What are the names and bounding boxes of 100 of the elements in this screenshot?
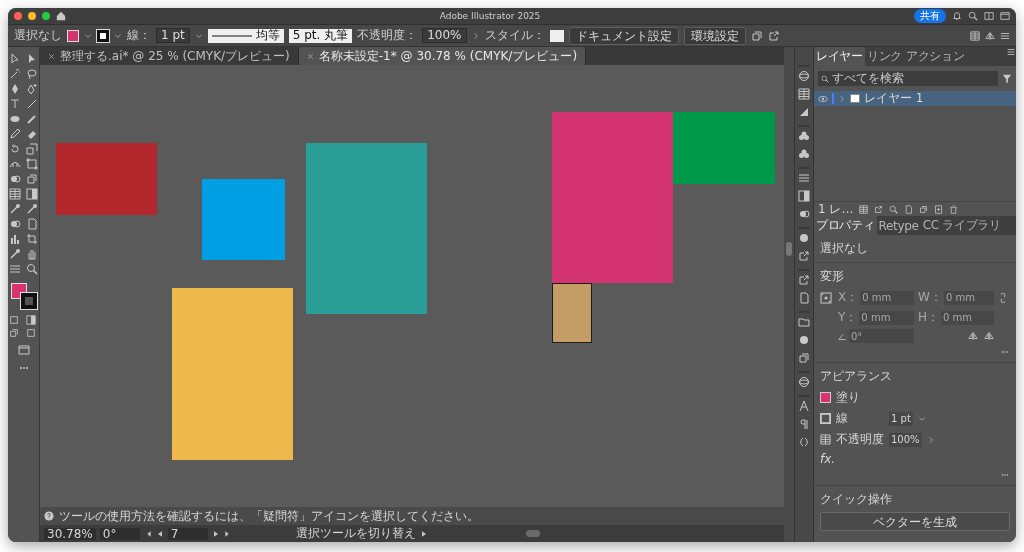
panel-tab[interactable]: レイヤー (814, 47, 865, 66)
gradient-icon[interactable] (798, 190, 810, 202)
lasso-icon[interactable] (26, 68, 38, 80)
panel-tab[interactable]: CC ライブラリ (920, 216, 1003, 235)
blob-icon[interactable] (9, 218, 21, 230)
panel-tab[interactable]: アクション (903, 47, 967, 66)
layers-stack-icon[interactable] (798, 352, 810, 364)
export-icon[interactable] (798, 250, 810, 262)
circle-icon[interactable] (798, 334, 810, 346)
fill-swatch[interactable] (67, 29, 79, 42)
effects-label[interactable]: fx. (820, 452, 1010, 466)
layers-stack-icon[interactable] (919, 204, 929, 214)
sphere-icon[interactable] (798, 70, 810, 82)
bars-icon[interactable] (9, 263, 21, 275)
wand-icon[interactable] (9, 68, 21, 80)
generate-vector-button[interactable]: ベクターを生成 (820, 512, 1010, 531)
blob-icon[interactable] (9, 173, 21, 185)
gradient-icon[interactable] (26, 315, 36, 325)
rectangle[interactable] (552, 283, 592, 343)
triangle-icon[interactable] (798, 106, 810, 118)
fill-swatch[interactable] (820, 392, 831, 403)
new-page-icon[interactable] (934, 204, 944, 214)
caret-icon[interactable] (114, 31, 122, 40)
layers-stack-icon[interactable] (9, 328, 19, 338)
line-icon[interactable] (26, 98, 38, 110)
eyedropper-icon[interactable] (9, 248, 21, 260)
stroke-profile-dropdown[interactable]: 均等 (207, 28, 284, 43)
export-icon[interactable] (874, 204, 884, 214)
text-icon[interactable] (9, 98, 21, 110)
brush-dropdown[interactable]: 5 pt. 丸筆 (288, 28, 353, 43)
home-icon[interactable] (56, 11, 66, 21)
reference-point-icon[interactable] (820, 291, 832, 304)
export-icon[interactable] (767, 29, 780, 42)
bars-icon[interactable] (798, 172, 810, 184)
caret-icon[interactable] (84, 31, 92, 40)
square-icon[interactable] (26, 328, 36, 338)
stroke-swatch[interactable] (97, 29, 109, 42)
play-right-icon[interactable] (211, 529, 220, 538)
panel-icon[interactable] (984, 11, 994, 21)
blob-icon[interactable] (798, 208, 810, 220)
club-icon[interactable] (798, 130, 810, 142)
grid-icon[interactable] (9, 188, 21, 200)
eraser-icon[interactable] (26, 128, 38, 140)
trash-icon[interactable] (949, 204, 959, 214)
caret-icon[interactable] (194, 31, 203, 40)
arrow-cursor-icon[interactable] (9, 53, 21, 65)
panel-tab[interactable]: Retype (876, 216, 921, 235)
magnifier-icon[interactable] (889, 204, 899, 214)
stroke-weight-field[interactable]: 1 pt (889, 411, 913, 426)
maximize-button[interactable] (42, 12, 50, 20)
layers-stack-icon[interactable] (26, 173, 38, 185)
close-icon[interactable] (306, 52, 314, 60)
play-right-icon[interactable] (419, 529, 428, 538)
stroke-swatch-icon[interactable] (820, 413, 831, 424)
style-swatch[interactable] (549, 29, 564, 42)
minimize-button[interactable] (28, 12, 36, 20)
text-a-icon[interactable] (798, 400, 810, 412)
eyedropper-icon[interactable] (9, 203, 21, 215)
close-button[interactable] (14, 12, 22, 20)
square-icon[interactable] (9, 315, 19, 325)
transform-icon[interactable] (26, 158, 38, 170)
grid-icon[interactable] (859, 204, 869, 214)
layers-stack-icon[interactable] (750, 29, 763, 42)
window-icon[interactable] (17, 344, 30, 356)
scrollbar-thumb[interactable] (786, 242, 792, 256)
close-icon[interactable] (48, 52, 55, 60)
page-icon[interactable] (798, 292, 810, 304)
filled-arrow-icon[interactable] (26, 53, 38, 65)
tool-status[interactable]: 選択ツールを切り替え (295, 525, 416, 542)
bar-chart-icon[interactable] (9, 233, 21, 245)
stroke-swatch[interactable] (20, 293, 37, 309)
panel-tab[interactable]: プロパティ (814, 216, 877, 235)
flip-icon[interactable] (968, 331, 978, 341)
scrollbar-thumb[interactable] (526, 530, 540, 537)
bell-icon[interactable] (952, 11, 962, 21)
gradient-icon[interactable] (26, 188, 38, 200)
crop-icon[interactable] (26, 233, 38, 245)
panel-tab[interactable]: リンク (864, 47, 904, 66)
pencil-icon[interactable] (9, 128, 21, 140)
search-field[interactable]: すべてを検索 (818, 71, 998, 86)
stroke-weight-field[interactable]: 1 pt (156, 28, 190, 43)
scale-icon[interactable] (26, 143, 38, 155)
eye-icon[interactable] (818, 93, 828, 104)
bars-icon[interactable] (1000, 30, 1010, 41)
eyedropper-icon[interactable] (26, 203, 38, 215)
flip-icon[interactable] (984, 331, 994, 341)
pen-plus-icon[interactable] (26, 83, 38, 95)
filter-icon[interactable] (1002, 73, 1012, 84)
flip-icon[interactable] (985, 30, 995, 41)
toolbar-button[interactable]: 環境設定 (683, 26, 746, 45)
window-icon[interactable] (1000, 11, 1010, 21)
rotate-icon[interactable] (9, 143, 21, 155)
grid-icon[interactable] (798, 88, 810, 100)
club-icon[interactable] (798, 148, 810, 160)
toolbar-button[interactable]: ドキュメント設定 (568, 26, 679, 45)
brush-icon[interactable] (26, 113, 38, 125)
grid-icon[interactable] (970, 30, 980, 41)
magnifier-icon[interactable] (26, 263, 38, 275)
zoom-dropdown[interactable]: 30.78% (44, 527, 96, 540)
share-button[interactable]: 共有 (914, 9, 946, 23)
